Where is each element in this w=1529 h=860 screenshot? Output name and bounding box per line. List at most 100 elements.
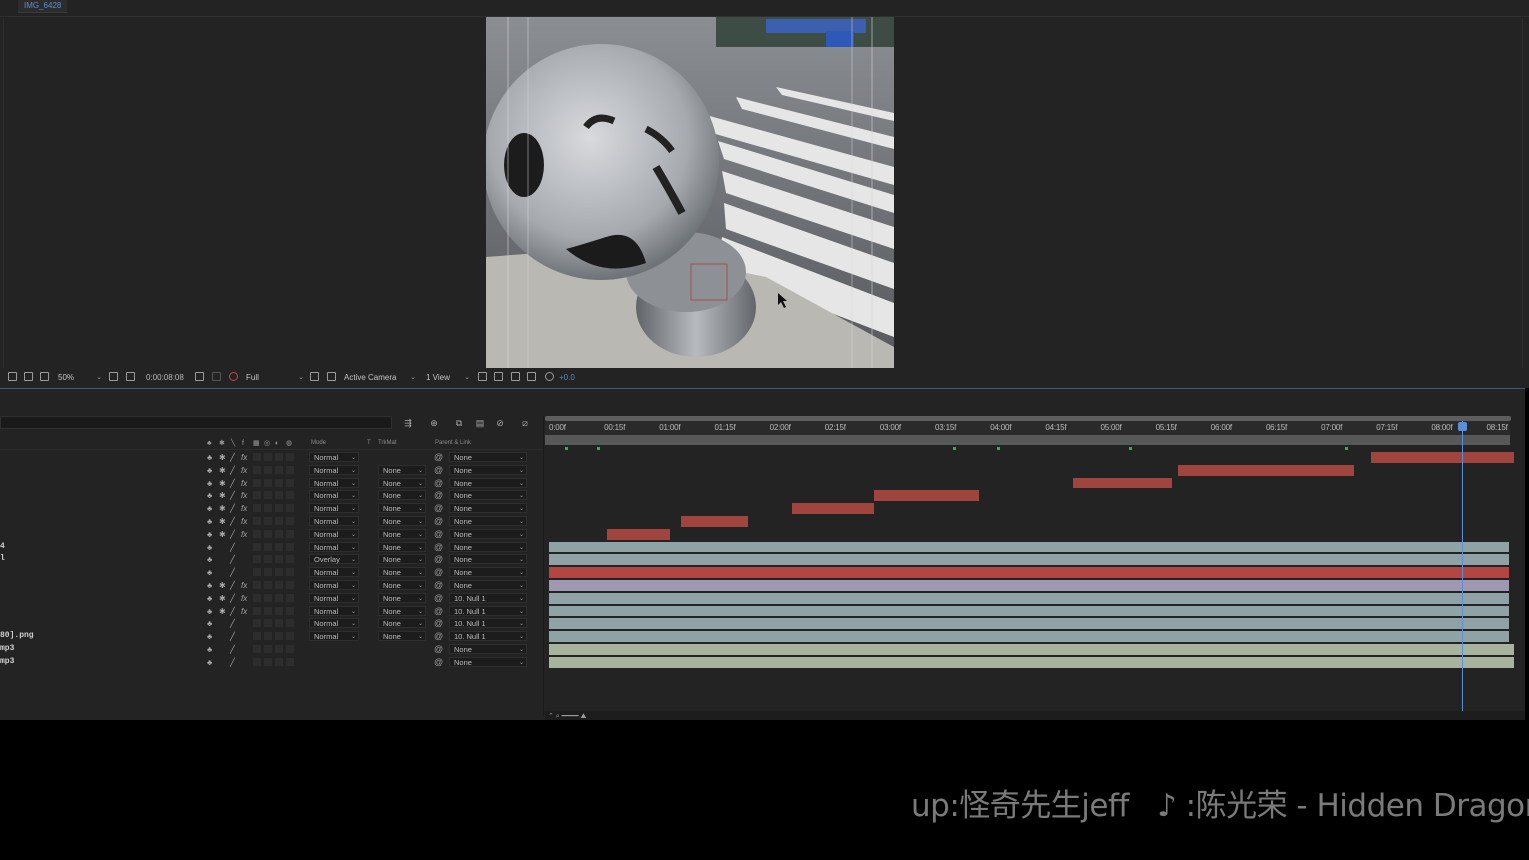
- pick-whip-icon[interactable]: @: [434, 580, 443, 590]
- quality-switch-icon[interactable]: ╱: [230, 453, 235, 462]
- layer-name[interactable]: 4: [0, 541, 5, 554]
- layer-row[interactable]: ♣ ╱ Normal ⌄ None ⌄ @ None ⌄: [0, 566, 543, 579]
- quality-switch-icon[interactable]: ╱: [230, 645, 235, 654]
- fx-switch-icon[interactable]: fx: [241, 491, 247, 500]
- pick-whip-icon[interactable]: @: [434, 542, 443, 552]
- quality-switch-icon[interactable]: ╱: [230, 491, 235, 500]
- keyframe-marker[interactable]: [953, 447, 956, 450]
- collapse-switch-icon[interactable]: ✱: [219, 607, 226, 616]
- parent-header[interactable]: Parent & Link: [435, 438, 471, 449]
- collapse-switch-icon[interactable]: ✱: [219, 530, 226, 539]
- pick-whip-icon[interactable]: @: [434, 593, 443, 603]
- layer-duration-bar[interactable]: [549, 656, 1515, 668]
- parent-dropdown[interactable]: None ⌄: [449, 515, 527, 526]
- mode-dropdown[interactable]: Normal ⌄: [309, 592, 359, 603]
- 3d-switch[interactable]: [286, 632, 294, 641]
- keyframe-marker[interactable]: [1129, 447, 1132, 450]
- adjustment-switch[interactable]: [275, 632, 283, 641]
- 3d-switch[interactable]: [286, 504, 294, 513]
- layer-duration-bar[interactable]: [1072, 477, 1173, 489]
- motion-blur-switch[interactable]: [264, 478, 272, 487]
- 3d-switch[interactable]: [286, 516, 294, 525]
- frame-blend-switch[interactable]: [253, 555, 261, 564]
- motion-blur-switch[interactable]: [264, 491, 272, 500]
- frame-blend-switch[interactable]: [253, 644, 261, 653]
- layer-duration-bar[interactable]: [549, 605, 1509, 617]
- trkmat-dropdown[interactable]: None ⌄: [378, 503, 426, 514]
- adjustment-switch[interactable]: [275, 593, 283, 602]
- adjustment-switch[interactable]: [275, 657, 283, 666]
- quality-switch-icon[interactable]: ╱: [230, 658, 235, 667]
- timeline-divider[interactable]: [543, 416, 544, 716]
- mode-dropdown[interactable]: Normal ⌄: [309, 528, 359, 539]
- layer-duration-bar[interactable]: [549, 554, 1509, 566]
- frame-blend-switch[interactable]: [253, 491, 261, 500]
- layer-search-input[interactable]: [0, 416, 392, 429]
- layer-duration-bar[interactable]: [607, 528, 671, 540]
- trkmat-dropdown[interactable]: None ⌄: [378, 579, 426, 590]
- adjustment-switch[interactable]: [275, 465, 283, 474]
- adjustment-switch[interactable]: [275, 555, 283, 564]
- motion-blur-switch[interactable]: [264, 555, 272, 564]
- trkmat-dropdown[interactable]: None ⌄: [378, 515, 426, 526]
- layer-row[interactable]: ♣ ✱ ╱ fx Normal ⌄ None ⌄ @ None ⌄: [0, 502, 543, 515]
- trkmat-dropdown[interactable]: None ⌄: [378, 631, 426, 642]
- pick-whip-icon[interactable]: @: [434, 452, 443, 462]
- snapshot-icon[interactable]: [195, 372, 204, 381]
- adjustment-switch[interactable]: [275, 568, 283, 577]
- keyframe-marker[interactable]: [565, 447, 568, 450]
- quality-switch-icon[interactable]: ╱: [230, 530, 235, 539]
- keyframe-marker[interactable]: [997, 447, 1000, 450]
- layer-name[interactable]: mp3: [0, 656, 14, 669]
- adjustment-switch[interactable]: [275, 606, 283, 615]
- layer-row[interactable]: 4 ♣ ╱ Normal ⌄ None ⌄ @ None ⌄: [0, 541, 543, 554]
- mode-header[interactable]: Mode: [311, 438, 326, 449]
- quality-switch-icon[interactable]: ╱: [230, 543, 235, 552]
- 3d-switch[interactable]: [286, 619, 294, 628]
- adjustment-switch[interactable]: [275, 453, 283, 461]
- frame-blending-icon[interactable]: ⊕: [429, 418, 439, 428]
- frame-blend-switch[interactable]: [253, 657, 261, 666]
- view-layout-dropdown[interactable]: 1 View ⌄: [426, 371, 470, 384]
- trkmat-dropdown[interactable]: None ⌄: [378, 567, 426, 578]
- trkmat-dropdown[interactable]: None ⌄: [378, 490, 426, 501]
- shy-switch-icon[interactable]: ♣: [207, 517, 212, 526]
- mode-dropdown[interactable]: Normal ⌄: [309, 464, 359, 475]
- keyframe-marker[interactable]: [1345, 447, 1348, 450]
- comp-flowchart-icon[interactable]: ⊘: [495, 418, 505, 428]
- mode-dropdown[interactable]: Normal ⌄: [309, 515, 359, 526]
- always-preview-icon[interactable]: [8, 372, 17, 381]
- parent-dropdown[interactable]: None ⌄: [449, 643, 527, 654]
- shy-switch-icon[interactable]: ♣: [207, 645, 212, 654]
- pick-whip-icon[interactable]: @: [434, 516, 443, 526]
- fx-switch-icon[interactable]: fx: [241, 504, 247, 513]
- trkmat-header[interactable]: TrkMat: [378, 438, 396, 449]
- shy-switch-icon[interactable]: ♣: [207, 530, 212, 539]
- 3d-switch[interactable]: [286, 465, 294, 474]
- layer-duration-bar[interactable]: [1370, 452, 1515, 463]
- mode-dropdown[interactable]: Normal ⌄: [309, 477, 359, 488]
- layer-name[interactable]: mp3: [0, 643, 14, 656]
- pick-whip-icon[interactable]: @: [434, 503, 443, 513]
- show-snapshot-icon[interactable]: [212, 372, 221, 381]
- pick-whip-icon[interactable]: @: [434, 644, 443, 654]
- trkmat-dropdown[interactable]: None ⌄: [378, 605, 426, 616]
- parent-dropdown[interactable]: 10. Null 1 ⌄: [449, 605, 527, 616]
- frame-blend-switch[interactable]: [253, 632, 261, 641]
- layer-row[interactable]: ♣ ✱ ╱ fx Normal ⌄ None ⌄ @10. Null 1 ⌄: [0, 592, 543, 605]
- layer-duration-bar[interactable]: [549, 592, 1509, 604]
- glasses-icon[interactable]: [40, 372, 49, 381]
- quality-switch-icon[interactable]: ╱: [230, 479, 235, 488]
- 3d-switch[interactable]: [286, 555, 294, 564]
- region-icon[interactable]: [109, 372, 118, 381]
- mode-dropdown[interactable]: Overlay ⌄: [309, 554, 359, 565]
- motion-blur-switch[interactable]: [264, 529, 272, 538]
- fx-switch-icon[interactable]: fx: [241, 453, 247, 462]
- frame-blend-switch[interactable]: [253, 580, 261, 589]
- pick-whip-icon[interactable]: @: [434, 606, 443, 616]
- shy-switch-icon[interactable]: ♣: [207, 607, 212, 616]
- composition-viewer-image[interactable]: [486, 17, 894, 368]
- parent-dropdown[interactable]: None ⌄: [449, 656, 527, 667]
- pick-whip-icon[interactable]: @: [434, 657, 443, 667]
- trkmat-dropdown[interactable]: None ⌄: [378, 541, 426, 552]
